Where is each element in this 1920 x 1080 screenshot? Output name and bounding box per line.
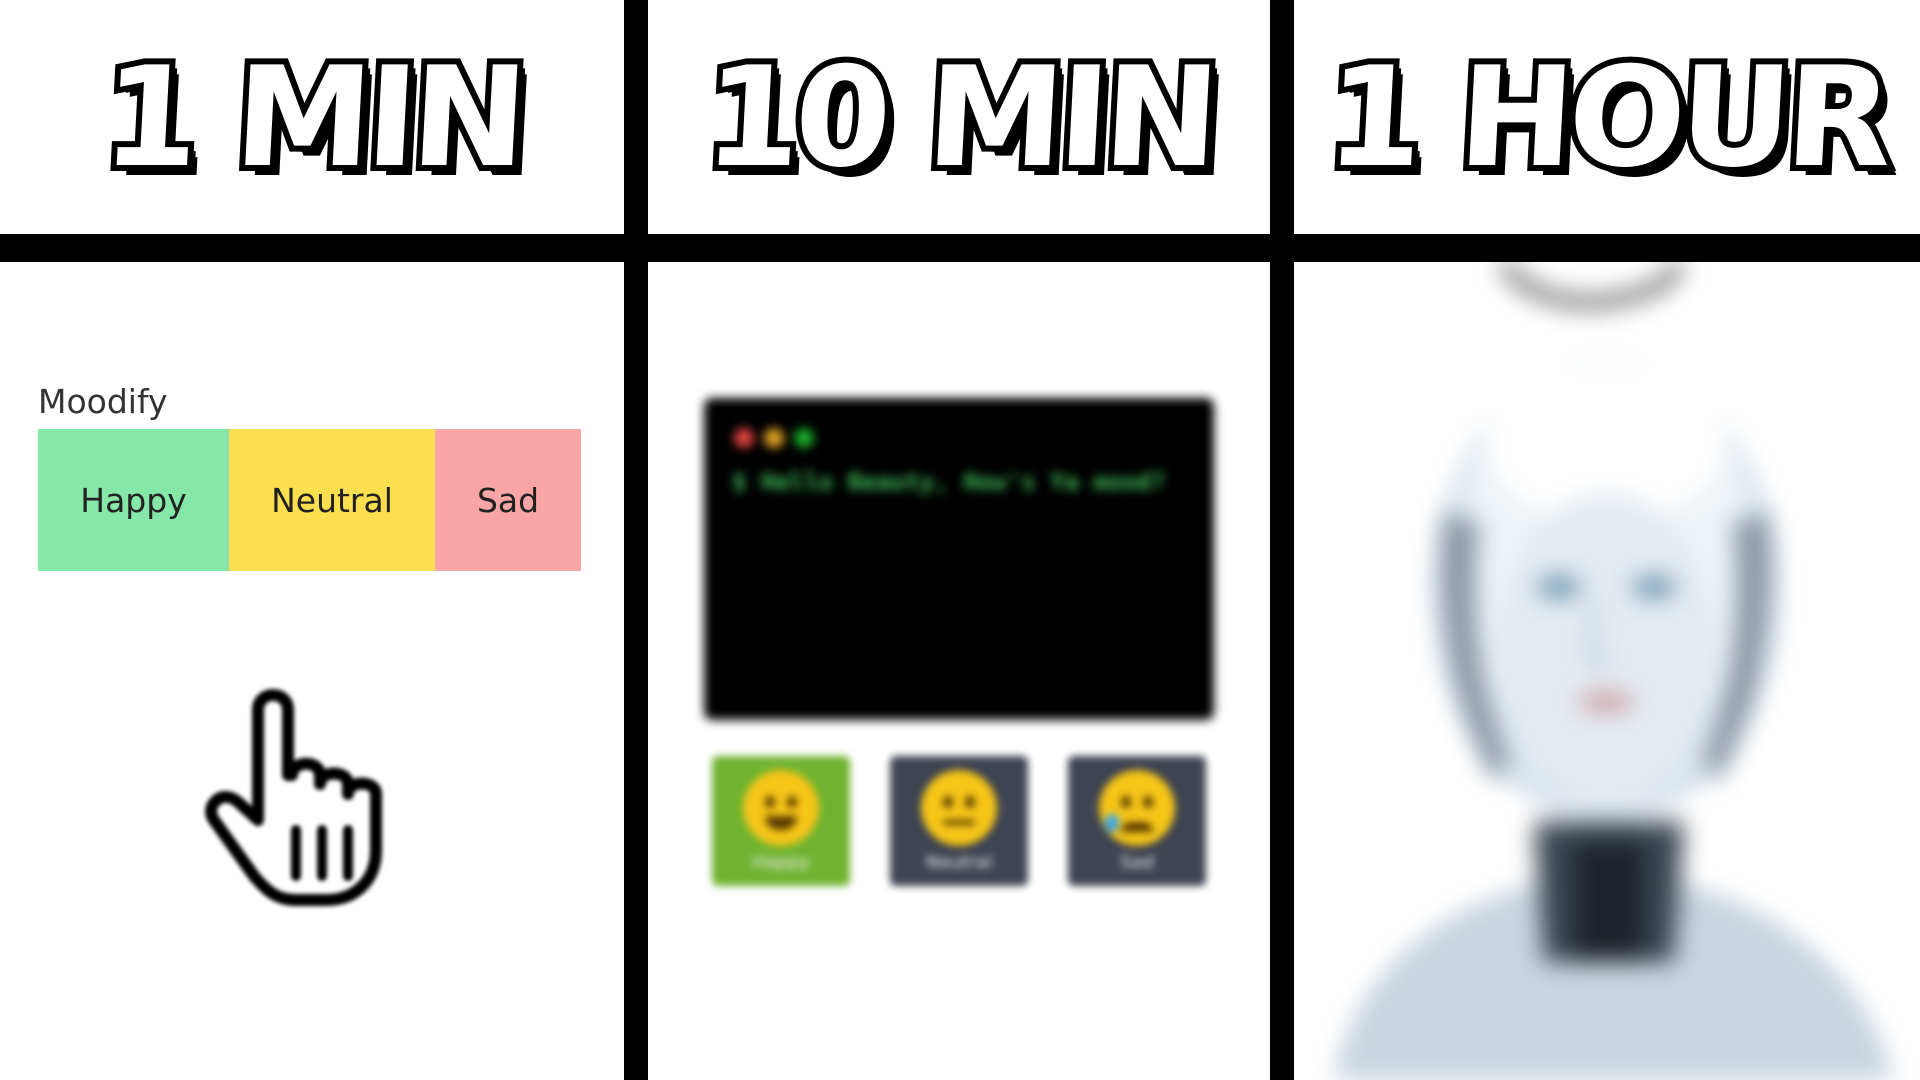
happy-button[interactable]: Happy — [38, 429, 229, 571]
winking-face-icon — [743, 769, 819, 846]
window-close-dot — [734, 428, 754, 448]
emoji-button-label: Sad — [1120, 851, 1154, 873]
window-minimize-dot — [764, 428, 784, 448]
title-1min: 1 MIN — [93, 31, 532, 204]
header-10min: 10 MIN — [648, 0, 1270, 234]
moodify-title: Moodify — [38, 382, 168, 421]
title-1hour: 1 HOUR — [1317, 31, 1897, 204]
terminal-window: $ Hello Beauty, How's Ya mood? — [704, 398, 1214, 720]
emoji-button-sad[interactable]: Sad — [1068, 756, 1206, 886]
neutral-face-icon — [921, 769, 997, 846]
divider-horizontal — [0, 234, 1920, 262]
sad-tear-face-icon — [1099, 769, 1175, 846]
sad-button[interactable]: Sad — [435, 429, 581, 571]
emoji-button-neutral[interactable]: Neutral — [890, 756, 1028, 886]
emoji-button-label: Happy — [751, 851, 811, 873]
emoji-button-happy[interactable]: Happy — [712, 756, 850, 886]
header-1min: 1 MIN — [0, 0, 624, 234]
terminal-prompt-text: $ Hello Beauty, How's Ya mood? — [732, 468, 1166, 496]
hand-pointer-icon — [196, 680, 416, 910]
window-maximize-dot — [794, 428, 814, 448]
emoji-button-label: Neutral — [925, 851, 993, 873]
neutral-button[interactable]: Neutral — [229, 429, 435, 571]
mood-button-row: Happy Neutral Sad — [38, 429, 581, 571]
title-10min: 10 MIN — [695, 31, 1224, 204]
header-1hour: 1 HOUR — [1294, 0, 1920, 234]
divider-vertical-1 — [624, 0, 648, 1080]
divider-vertical-2 — [1270, 0, 1294, 1080]
robot-portrait — [1294, 262, 1920, 1080]
